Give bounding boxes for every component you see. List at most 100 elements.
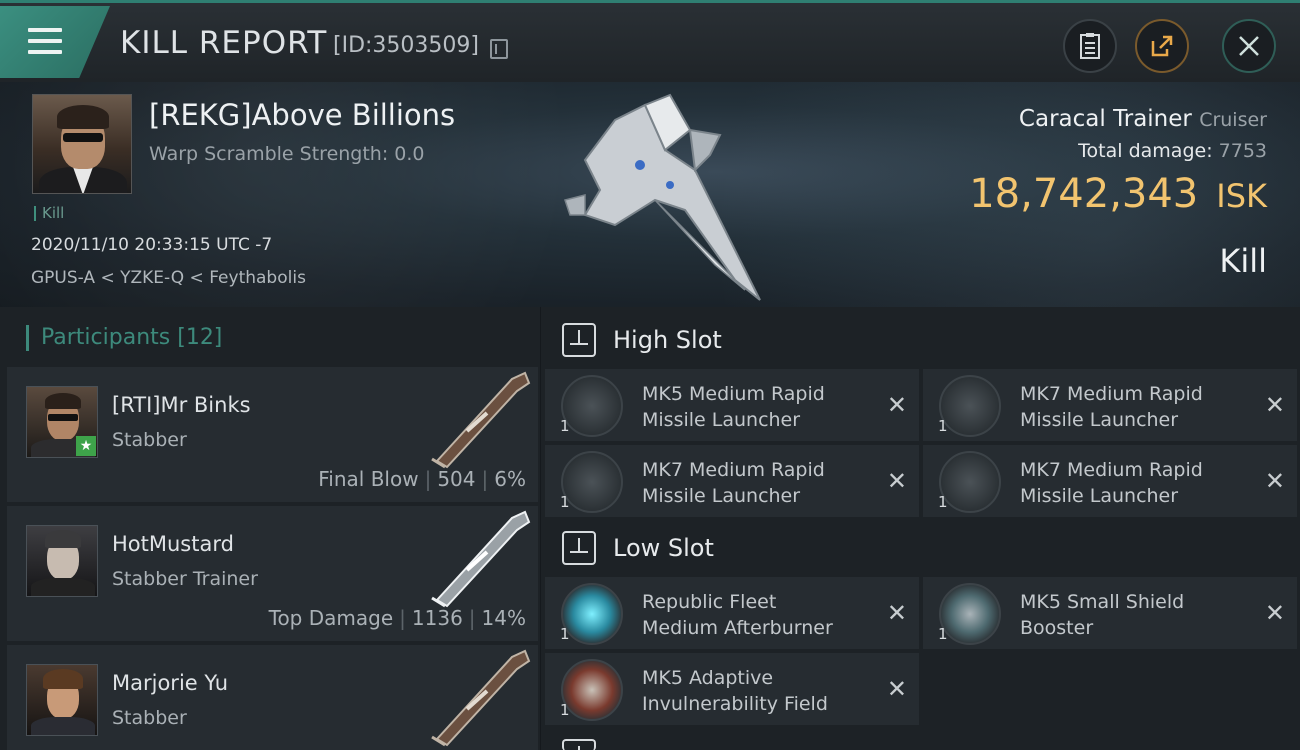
participant-percent: 14% xyxy=(481,606,526,630)
participant-name[interactable]: Marjorie Yu xyxy=(112,671,228,695)
destroyed-icon: ✕ xyxy=(1264,391,1285,419)
shield-booster-icon xyxy=(939,583,1001,645)
missile-launcher-icon xyxy=(939,451,1001,513)
avatar-hair xyxy=(57,105,109,129)
module-item[interactable]: 1 MK7 Medium Rapid Missile Launcher ✕ xyxy=(923,369,1297,441)
clipboard-icon xyxy=(1080,33,1100,59)
destroyed-icon: ✕ xyxy=(1264,467,1285,495)
participant-ship: Stabber Trainer xyxy=(112,568,258,590)
module-quantity: 1 xyxy=(938,417,948,435)
module-name-line1: MK5 Small Shield xyxy=(1020,591,1185,613)
ship-name[interactable]: Caracal Trainer xyxy=(1019,106,1192,132)
close-button[interactable] xyxy=(1222,19,1276,73)
module-item[interactable]: 1 Republic Fleet Medium Afterburner ✕ xyxy=(545,577,919,649)
mid-slot-icon xyxy=(562,739,596,750)
module-quantity: 1 xyxy=(938,625,948,643)
participant-damage: 504 xyxy=(437,467,476,491)
kill-location[interactable]: GPUS-A < YZKE-Q < Feythabolis xyxy=(31,268,306,288)
star-icon: ★ xyxy=(76,436,96,456)
module-item[interactable]: 1 MK7 Medium Rapid Missile Launcher ✕ xyxy=(923,445,1297,517)
module-quantity: 1 xyxy=(938,493,948,511)
isk-unit: ISK xyxy=(1216,177,1267,215)
module-item[interactable]: 1 MK5 Medium Rapid Missile Launcher ✕ xyxy=(545,369,919,441)
avatar-glasses xyxy=(63,133,103,142)
high-slot-header: High Slot xyxy=(551,307,1300,367)
module-name-line2: Missile Launcher xyxy=(642,485,801,507)
module-name: MK5 Medium Rapid Missile Launcher xyxy=(642,381,882,433)
participant-avatar[interactable] xyxy=(26,664,98,736)
module-quantity: 1 xyxy=(560,417,570,435)
page-title: KILL REPORT xyxy=(120,25,328,61)
hamburger-icon-bar xyxy=(28,50,62,54)
participants-count: [12] xyxy=(177,325,223,350)
missile-launcher-icon xyxy=(561,375,623,437)
victim-avatar[interactable] xyxy=(32,94,132,194)
module-name-line2: Invulnerability Field xyxy=(642,693,828,715)
destroyed-icon: ✕ xyxy=(886,391,907,419)
module-name-line2: Booster xyxy=(1020,617,1094,639)
invulnerability-field-icon xyxy=(561,659,623,721)
participant-row[interactable]: HotMustard Stabber Trainer Top Damage | 11… xyxy=(7,506,538,641)
module-item[interactable]: 1 MK5 Small Shield Booster ✕ xyxy=(923,577,1297,649)
module-name: Republic Fleet Medium Afterburner xyxy=(642,589,882,641)
weapon-icon xyxy=(431,510,531,608)
module-quantity: 1 xyxy=(560,701,570,719)
kill-tag: Kill xyxy=(34,206,64,221)
participant-avatar[interactable]: ★ xyxy=(26,386,98,458)
total-damage-label: Total damage: xyxy=(1078,140,1213,162)
ship-name-line: Caracal Trainer Cruiser xyxy=(1019,106,1267,132)
participant-row[interactable]: ★ [RTI]Mr Binks Stabber Final Blow | 504 | 6… xyxy=(7,367,538,502)
participant-avatar[interactable] xyxy=(26,525,98,597)
module-name-line1: MK7 Medium Rapid xyxy=(642,459,825,481)
clipboard-button[interactable] xyxy=(1063,19,1117,73)
low-slot-title: Low Slot xyxy=(613,534,714,562)
low-slot-header: Low Slot xyxy=(551,515,1300,575)
module-name-line2: Missile Launcher xyxy=(1020,409,1179,431)
destroyed-icon: ✕ xyxy=(886,599,907,627)
low-slot-icon xyxy=(562,531,596,565)
participant-stats: Final Blow | 504 | 6% xyxy=(318,467,526,491)
ship-image[interactable] xyxy=(545,90,785,310)
participant-percent: 6% xyxy=(494,467,526,491)
participant-name[interactable]: [RTI]Mr Binks xyxy=(112,393,251,417)
module-name-line1: MK5 Medium Rapid xyxy=(642,383,825,405)
close-icon xyxy=(1239,36,1259,56)
participant-ship: Stabber xyxy=(112,429,187,451)
module-quantity: 1 xyxy=(560,493,570,511)
copy-icon[interactable] xyxy=(490,39,508,59)
destroyed-icon: ✕ xyxy=(886,467,907,495)
missile-launcher-icon xyxy=(561,451,623,513)
module-name-line1: Republic Fleet xyxy=(642,591,777,613)
participant-row[interactable]: Marjorie Yu Stabber xyxy=(7,645,538,750)
module-name-line1: MK7 Medium Rapid xyxy=(1020,383,1203,405)
victim-name[interactable]: [REKG]Above Billions xyxy=(149,98,455,132)
participants-panel: Participants [12] ★ [RTI]Mr Binks Stabbe… xyxy=(0,307,540,750)
hamburger-icon-bar xyxy=(28,39,62,43)
participant-name[interactable]: HotMustard xyxy=(112,532,234,556)
module-name: MK7 Medium Rapid Missile Launcher xyxy=(1020,381,1260,433)
participant-role: Top Damage xyxy=(268,606,394,630)
share-icon xyxy=(1151,35,1173,57)
destroyed-icon: ✕ xyxy=(886,675,907,703)
module-name-line2: Missile Launcher xyxy=(1020,485,1179,507)
module-name: MK5 Adaptive Invulnerability Field xyxy=(642,665,882,717)
module-name-line2: Missile Launcher xyxy=(642,409,801,431)
kill-datetime: 2020/11/10 20:33:15 UTC -7 xyxy=(31,235,273,255)
module-item[interactable]: 1 MK7 Medium Rapid Missile Launcher ✕ xyxy=(545,445,919,517)
module-name-line1: MK5 Adaptive xyxy=(642,667,774,689)
share-button[interactable] xyxy=(1135,19,1189,73)
hamburger-icon xyxy=(28,28,62,32)
menu-button[interactable] xyxy=(0,6,110,78)
high-slot-title: High Slot xyxy=(613,326,722,354)
total-damage-value: 7753 xyxy=(1218,140,1267,162)
high-slot-icon xyxy=(562,323,596,357)
isk-value-line: 18,742,343 ISK xyxy=(969,171,1267,217)
participant-damage: 1136 xyxy=(411,606,463,630)
module-name-line1: MK7 Medium Rapid xyxy=(1020,459,1203,481)
report-id: [ID:3503509] xyxy=(333,33,479,58)
isk-amount: 18,742,343 xyxy=(969,171,1199,217)
warp-scramble-strength: Warp Scramble Strength: 0.0 xyxy=(149,143,425,165)
module-item[interactable]: 1 MK5 Adaptive Invulnerability Field ✕ xyxy=(545,653,919,725)
participants-heading: Participants [12] xyxy=(26,325,222,351)
module-name-line2: Medium Afterburner xyxy=(642,617,833,639)
